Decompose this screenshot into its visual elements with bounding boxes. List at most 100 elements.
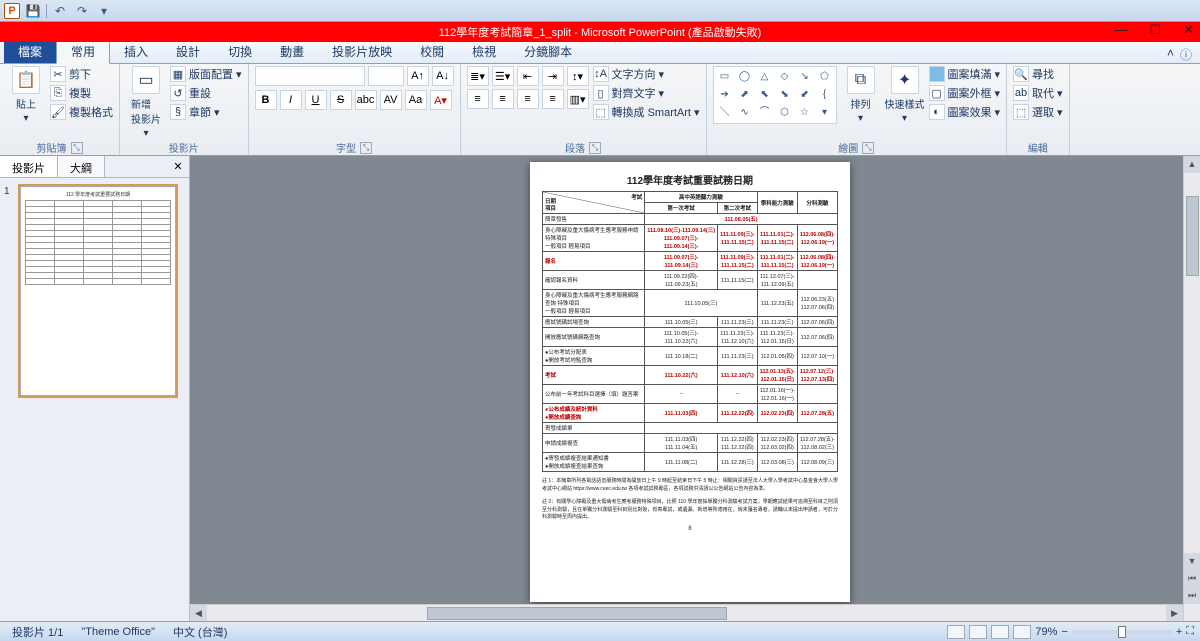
reset-button[interactable]: ↺重設 [170, 85, 242, 101]
shrink-font-button[interactable]: A↓ [432, 66, 454, 86]
panel-tab-slides[interactable]: 投影片 [0, 156, 58, 177]
align-text-button[interactable]: ▯對齊文字▾ [593, 85, 700, 101]
view-slideshow-button[interactable] [1013, 625, 1031, 639]
zoom-handle[interactable] [1118, 626, 1126, 638]
justify-button[interactable]: ≡ [542, 89, 564, 109]
status-language[interactable]: 中文 (台灣) [167, 624, 233, 640]
align-left-button[interactable]: ≡ [467, 89, 489, 109]
tab-insert[interactable]: 插入 [110, 40, 162, 63]
view-normal-button[interactable] [947, 625, 965, 639]
scroll-down-icon[interactable]: ▼ [1184, 553, 1200, 570]
prev-slide-icon[interactable]: ⏮ [1184, 570, 1200, 587]
help-icon[interactable]: ⓘ [1180, 46, 1192, 63]
zoom-level[interactable]: 79% [1035, 626, 1057, 638]
font-size-input[interactable] [368, 66, 404, 86]
tab-home[interactable]: 常用 [56, 39, 110, 64]
effects-icon: ◐ [929, 104, 945, 120]
paragraph-dialog-icon[interactable]: ⤡ [589, 142, 601, 154]
strike-button[interactable]: S [330, 90, 352, 110]
view-sorter-button[interactable] [969, 625, 987, 639]
spacing-button[interactable]: AV [380, 90, 402, 110]
select-button[interactable]: ⬚選取▾ [1013, 104, 1063, 120]
fit-to-window-button[interactable]: ⛶ [1186, 625, 1194, 638]
view-reading-button[interactable] [991, 625, 1009, 639]
section-button[interactable]: §章節▾ [170, 104, 242, 120]
close-button[interactable]: ✕ [1183, 22, 1194, 38]
thumbnail-preview: 112 學年度考試重要試務日期 [20, 186, 176, 396]
group-editing: 🔍尋找 ab取代▾ ⬚選取▾ 編輯 [1007, 64, 1070, 155]
cut-button[interactable]: ✂剪下 [50, 66, 113, 82]
zoom-out-button[interactable]: − [1061, 626, 1067, 638]
tab-view[interactable]: 檢視 [458, 40, 510, 63]
horizontal-scrollbar[interactable]: ◀ ▶ [190, 604, 1183, 621]
ribbon-tabs: 檔案 常用 插入 設計 切換 動畫 投影片放映 校閱 檢視 分鏡腳本 ˄ ⓘ [0, 42, 1200, 64]
redo-icon[interactable]: ↷ [73, 2, 91, 20]
group-font: A↑ A↓ B I U S abc AV Aa A▾ 字型⤡ [249, 64, 461, 155]
shapes-gallery[interactable]: ▭◯△◇↘⬠ ➔⬈⬉⬊⬋{ ＼∿⌒⬡☆▾ [713, 66, 837, 124]
shape-effects-button[interactable]: ◐圖案效果▾ [929, 104, 1001, 120]
shape-outline-button[interactable]: ▢圖案外框▾ [929, 85, 1001, 101]
underline-button[interactable]: U [305, 90, 327, 110]
quick-styles-button[interactable]: ✦快速樣式▾ [885, 66, 925, 124]
tab-transitions[interactable]: 切換 [214, 40, 266, 63]
italic-button[interactable]: I [280, 90, 302, 110]
quick-styles-icon: ✦ [891, 66, 919, 94]
next-slide-icon[interactable]: ⏭ [1184, 587, 1200, 604]
shadow-button[interactable]: abc [355, 90, 377, 110]
grow-font-button[interactable]: A↑ [407, 66, 429, 86]
shape-fill-button[interactable]: 圖案填滿▾ [929, 66, 1001, 82]
scroll-up-icon[interactable]: ▲ [1184, 156, 1200, 173]
format-painter-button[interactable]: 🖌複製格式 [50, 104, 113, 120]
panel-close-button[interactable]: ✕ [167, 156, 189, 177]
numbering-button[interactable]: ☰▾ [492, 66, 514, 86]
slide-editor[interactable]: 112學年度考試重要試務日期 考試 日期 項目 高中英語聽力測驗 學科能力測驗 … [190, 156, 1200, 621]
hscroll-thumb[interactable] [427, 607, 727, 620]
qat-customize-icon[interactable]: ▾ [95, 2, 113, 20]
clipboard-dialog-icon[interactable]: ⤡ [71, 142, 83, 154]
find-button[interactable]: 🔍尋找 [1013, 66, 1063, 82]
panel-tab-outline[interactable]: 大綱 [58, 156, 105, 177]
copy-button[interactable]: ⎘複製 [50, 85, 113, 101]
quick-access-toolbar: P 💾 ↶ ↷ ▾ [0, 0, 1200, 22]
new-slide-button[interactable]: ▭ 新增 投影片▾ [126, 66, 166, 139]
tab-animations[interactable]: 動畫 [266, 40, 318, 63]
align-right-button[interactable]: ≡ [517, 89, 539, 109]
columns-button[interactable]: ▥▾ [567, 89, 589, 109]
arrange-button[interactable]: ⧉排列▾ [841, 66, 881, 124]
convert-smartart-button[interactable]: ⬚轉換成 SmartArt▾ [593, 104, 700, 120]
maximize-button[interactable]: ☐ [1149, 22, 1161, 38]
minimize-ribbon-icon[interactable]: ˄ [1167, 46, 1174, 63]
line-spacing-button[interactable]: ↕▾ [567, 66, 589, 86]
scroll-left-icon[interactable]: ◀ [190, 605, 207, 621]
replace-button[interactable]: ab取代▾ [1013, 85, 1063, 101]
align-center-button[interactable]: ≡ [492, 89, 514, 109]
tab-design[interactable]: 設計 [162, 40, 214, 63]
outdent-button[interactable]: ⇤ [517, 66, 539, 86]
font-dialog-icon[interactable]: ⤡ [360, 142, 372, 154]
minimize-button[interactable]: — [1114, 22, 1127, 38]
drawing-dialog-icon[interactable]: ⤡ [862, 142, 874, 154]
zoom-in-button[interactable]: + [1176, 626, 1182, 638]
vertical-scrollbar[interactable]: ▲ ▼ ⏮ ⏭ [1183, 156, 1200, 621]
tab-split[interactable]: 分鏡腳本 [510, 40, 586, 63]
undo-icon[interactable]: ↶ [51, 2, 69, 20]
bullets-button[interactable]: ≣▾ [467, 66, 489, 86]
scroll-right-icon[interactable]: ▶ [1166, 605, 1183, 621]
tab-slideshow[interactable]: 投影片放映 [318, 40, 406, 63]
text-direction-button[interactable]: ↕A文字方向▾ [593, 66, 700, 82]
bold-button[interactable]: B [255, 90, 277, 110]
font-family-input[interactable] [255, 66, 365, 86]
font-color-button[interactable]: A▾ [430, 90, 452, 110]
vscroll-thumb[interactable] [1186, 196, 1199, 276]
tab-file[interactable]: 檔案 [4, 40, 56, 63]
paste-button[interactable]: 📋 貼上▾ [6, 66, 46, 124]
work-area: 投影片 大綱 ✕ 1 112 學年度考試重要試務日期 [0, 156, 1200, 621]
zoom-slider[interactable] [1072, 630, 1172, 634]
save-icon[interactable]: 💾 [24, 2, 42, 20]
tab-review[interactable]: 校閱 [406, 40, 458, 63]
slide-thumbnail[interactable]: 1 112 學年度考試重要試務日期 [4, 186, 185, 396]
group-drawing: ▭◯△◇↘⬠ ➔⬈⬉⬊⬋{ ＼∿⌒⬡☆▾ ⧉排列▾ ✦快速樣式▾ 圖案填滿▾ ▢… [707, 64, 1008, 155]
indent-button[interactable]: ⇥ [542, 66, 564, 86]
layout-button[interactable]: ▦版面配置▾ [170, 66, 242, 82]
case-button[interactable]: Aa [405, 90, 427, 110]
